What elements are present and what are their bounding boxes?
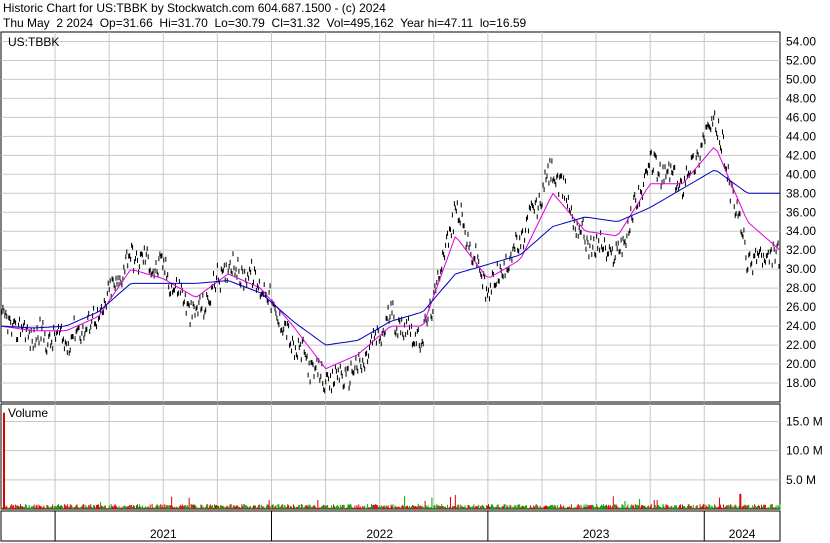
- price-tick-label: 38.00: [786, 186, 816, 200]
- price-tick-label: 20.00: [786, 357, 816, 371]
- x-tick-label: 2021: [150, 527, 177, 541]
- stock-chart: 54.00 52.00 50.00 48.00 46.00 44.00 42.00 40.00…: [0, 31, 823, 542]
- price-tick-label: 36.00: [786, 205, 816, 219]
- price-panel-frame: [0, 31, 781, 403]
- price-tick-label: 46.00: [786, 110, 816, 124]
- price-tick-label: 18.00: [786, 376, 816, 390]
- price-tick-label: 42.00: [786, 148, 816, 162]
- price-axis-ticks: 54.00 52.00 50.00 48.00 46.00 44.00 42.00 40.00…: [786, 34, 816, 390]
- volume-axis-ticks: 15.0 M 10.0 M 5.0 M: [786, 415, 823, 487]
- volume-panel-title: Volume: [8, 406, 48, 420]
- price-tick-label: 44.00: [786, 129, 816, 143]
- price-tick-label: 50.00: [786, 72, 816, 86]
- x-tick-label: 2022: [366, 527, 393, 541]
- price-tick-label: 24.00: [786, 319, 816, 333]
- price-tick-label: 54.00: [786, 34, 816, 48]
- x-tick-label: 2024: [729, 527, 756, 541]
- price-tick-label: 28.00: [786, 281, 816, 295]
- price-tick-label: 22.00: [786, 338, 816, 352]
- price-tick-label: 26.00: [786, 300, 816, 314]
- volume-tick-label: 5.0 M: [786, 473, 816, 487]
- price-panel-title: US:TBBK: [8, 35, 59, 49]
- volume-tick-label: 10.0 M: [786, 444, 823, 458]
- volume-panel-frame: [0, 403, 781, 510]
- price-tick-label: 32.00: [786, 243, 816, 257]
- price-tick-label: 30.00: [786, 262, 816, 276]
- price-tick-label: 48.00: [786, 91, 816, 105]
- price-tick-label: 34.00: [786, 224, 816, 238]
- price-tick-label: 52.00: [786, 53, 816, 67]
- x-tick-label: 2023: [583, 527, 610, 541]
- volume-tick-label: 15.0 M: [786, 415, 823, 429]
- price-tick-label: 40.00: [786, 167, 816, 181]
